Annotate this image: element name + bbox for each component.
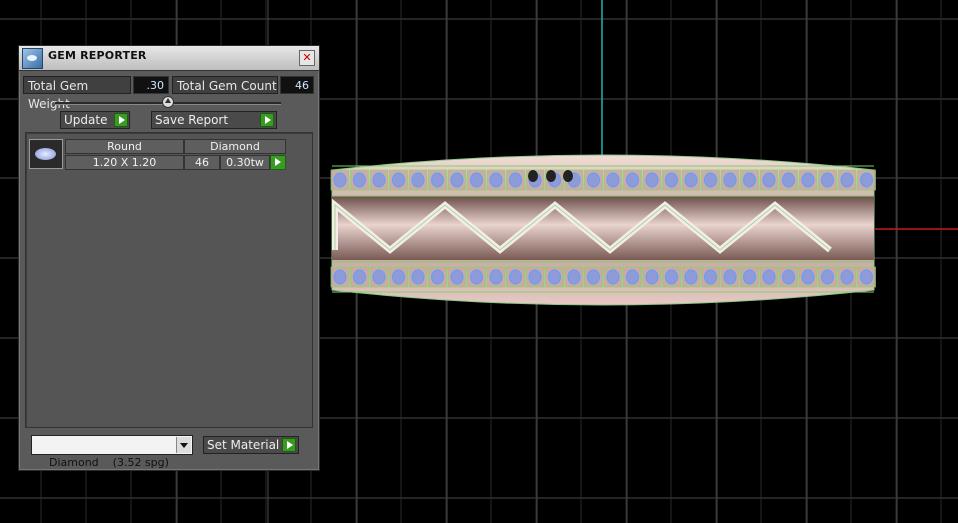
gem-top-row (782, 172, 795, 188)
gem-bottom-row (548, 269, 561, 285)
gem-top-row (587, 172, 600, 188)
gem-bottom-row (392, 269, 405, 285)
gem-bottom-row (489, 269, 503, 285)
play-arrow-icon (114, 113, 128, 127)
gem-top-row (431, 172, 444, 188)
gem-bottom-row (665, 269, 678, 285)
gem-top-row (353, 172, 366, 188)
gem-top-row (821, 172, 834, 188)
gem-top-row (626, 172, 639, 188)
total-gem-count-value: 46 (280, 76, 314, 94)
gem-top-row (645, 172, 659, 188)
gem-bottom-row (431, 269, 444, 285)
gem-top-row (509, 172, 522, 188)
gem-list[interactable]: Round Diamond 1.20 X 1.20 46 0.30tw (25, 132, 313, 428)
save-report-button-label: Save Report (155, 113, 229, 127)
play-arrow-icon (282, 438, 296, 452)
gem-top-row (684, 172, 698, 188)
gem-top-row (333, 172, 347, 188)
update-button[interactable]: Update (60, 111, 130, 129)
gem-top-row (470, 172, 483, 188)
gem-bottom-row (743, 269, 756, 285)
gem-bottom-row (450, 269, 464, 285)
chevron-down-icon[interactable] (176, 437, 191, 453)
gem-bottom-row (704, 269, 717, 285)
gem-bottom-row (372, 269, 386, 285)
gem-top-row (372, 172, 386, 188)
total-gem-count-label: Total Gem Count (172, 76, 278, 94)
material-dropdown-value: Diamond (3.52 spg) (49, 456, 169, 469)
material-dropdown[interactable]: Diamond (3.52 spg) (31, 435, 193, 469)
update-button-label: Update (64, 113, 108, 127)
gem-bottom-row (606, 269, 620, 285)
save-report-button[interactable]: Save Report (151, 111, 277, 129)
gem-reporter-icon (22, 48, 43, 69)
gem-bottom-row (509, 269, 522, 285)
gem-top-row (723, 172, 737, 188)
gem-reporter-panel: GEM REPORTER ✕ Total Gem Weight .30 Tota… (18, 45, 320, 471)
gem-bottom-row (411, 269, 425, 285)
round-gem-icon[interactable] (29, 139, 63, 169)
gem-top-row (450, 172, 464, 188)
gem-bottom-row (470, 269, 483, 285)
gem-bottom-row (723, 269, 737, 285)
gem-bottom-row (684, 269, 698, 285)
total-gem-weight-label: Total Gem Weight (23, 76, 131, 111)
panel-splitter-handle[interactable] (162, 96, 174, 108)
set-material-button[interactable]: Set Material (203, 436, 299, 454)
gem-top-row (801, 172, 815, 188)
gem-top-row (704, 172, 717, 188)
gem-top-row (411, 172, 425, 188)
gem-top-row (762, 172, 776, 188)
gem-bottom-row (860, 269, 873, 285)
title-bar[interactable]: GEM REPORTER ✕ (19, 46, 319, 71)
shape-header: Round (65, 139, 184, 154)
gem-top-row (840, 172, 854, 188)
dark-gem (528, 170, 538, 182)
gem-top-row (606, 172, 620, 188)
gem-bottom-row (762, 269, 776, 285)
gem-weight-cell[interactable]: 0.30tw (220, 155, 270, 170)
gem-bottom-row (333, 269, 347, 285)
total-gem-weight-value: .30 (133, 76, 169, 94)
gem-size-cell[interactable]: 1.20 X 1.20 (65, 155, 184, 170)
play-arrow-icon (260, 113, 274, 127)
gem-bottom-row (645, 269, 659, 285)
window-title: GEM REPORTER (48, 49, 147, 62)
gem-bottom-row (821, 269, 834, 285)
gem-top-row (860, 172, 873, 188)
gem-bottom-row (782, 269, 795, 285)
gem-bottom-row (840, 269, 854, 285)
gem-bottom-row (353, 269, 366, 285)
gem-top-row (743, 172, 756, 188)
gem-bottom-row (801, 269, 815, 285)
gem-bottom-row (626, 269, 639, 285)
gem-bottom-row (528, 269, 542, 285)
gem-top-row (489, 172, 503, 188)
dark-gem (546, 170, 556, 182)
set-material-button-label: Set Material (207, 438, 280, 452)
gem-count-cell[interactable]: 46 (184, 155, 220, 170)
gem-top-row (665, 172, 678, 188)
gem-bottom-row (587, 269, 600, 285)
select-gem-arrow-icon[interactable] (270, 155, 286, 170)
close-icon[interactable]: ✕ (299, 50, 315, 66)
material-header: Diamond (184, 139, 286, 154)
dark-gem (563, 170, 573, 182)
gem-bottom-row (567, 269, 581, 285)
gem-top-row (392, 172, 405, 188)
